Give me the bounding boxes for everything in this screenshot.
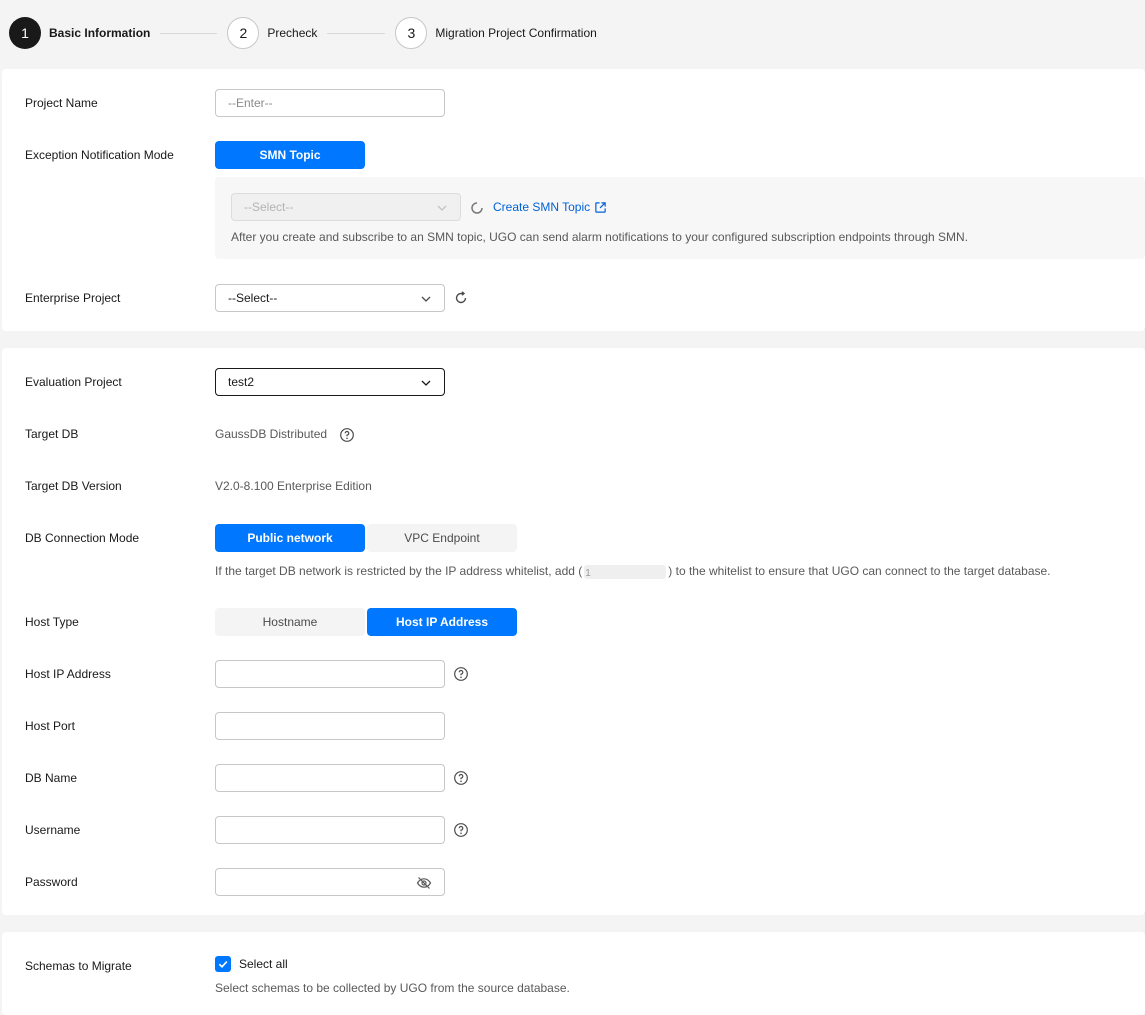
connection-mode-label: DB Connection Mode bbox=[25, 531, 140, 545]
step-label: Basic Information bbox=[49, 26, 151, 40]
host-type-ip-address-button[interactable]: Host IP Address bbox=[367, 608, 517, 636]
evaluation-project-value: test2 bbox=[228, 375, 255, 389]
basic-settings-card: Project Name --Enter-- Exception Notific… bbox=[2, 69, 1145, 331]
check-icon bbox=[218, 961, 228, 968]
smn-topic-button[interactable]: SMN Topic bbox=[215, 141, 365, 169]
create-smn-topic-text: Create SMN Topic bbox=[493, 200, 591, 214]
db-name-label: DB Name bbox=[25, 771, 78, 785]
host-type-label: Host Type bbox=[25, 615, 79, 629]
connection-hint: If the target DB network is restricted b… bbox=[215, 564, 1051, 579]
step-basic-information: 1 Basic Information bbox=[9, 17, 150, 49]
chevron-down-icon bbox=[421, 380, 431, 386]
host-ip-label: Host IP Address bbox=[25, 667, 111, 681]
db-name-input[interactable] bbox=[215, 764, 445, 792]
username-input[interactable] bbox=[215, 816, 445, 844]
refresh-icon[interactable] bbox=[453, 290, 469, 306]
step-connector bbox=[327, 32, 386, 34]
chevron-down-icon bbox=[437, 205, 447, 211]
step-migration-project-confirmation: 3 Migration Project Confirmation bbox=[395, 17, 597, 49]
step-label: Precheck bbox=[267, 26, 318, 40]
target-db-version-label: Target DB Version bbox=[25, 479, 122, 493]
target-db-value: GaussDB Distributed bbox=[215, 427, 328, 441]
enterprise-project-value: --Select-- bbox=[228, 291, 278, 305]
refresh-spinner-icon[interactable] bbox=[469, 200, 485, 216]
host-port-label: Host Port bbox=[25, 719, 76, 733]
smn-hint-text: After you create and subscribe to an SMN… bbox=[231, 230, 969, 244]
step-number: 2 bbox=[227, 17, 260, 49]
evaluation-project-select[interactable]: test2 bbox=[215, 368, 445, 396]
password-label: Password bbox=[25, 875, 78, 889]
username-label: Username bbox=[25, 823, 81, 837]
target-db-label: Target DB bbox=[25, 427, 79, 441]
schemas-hint: Select schemas to be collected by UGO fr… bbox=[215, 981, 570, 995]
project-name-input[interactable]: --Enter-- bbox=[215, 89, 445, 117]
host-type-hostname-button[interactable]: Hostname bbox=[215, 608, 365, 636]
help-icon[interactable] bbox=[453, 666, 469, 682]
enterprise-project-label: Enterprise Project bbox=[25, 291, 121, 305]
database-settings-card: Evaluation Project test2 Target DB Gauss… bbox=[2, 348, 1145, 915]
step-precheck: 2 Precheck bbox=[227, 17, 317, 49]
create-smn-topic-link[interactable]: Create SMN Topic bbox=[493, 200, 607, 214]
evaluation-project-label: Evaluation Project bbox=[25, 375, 122, 389]
smn-settings-panel: --Select-- Create SMN Topic After you cr… bbox=[215, 177, 1145, 259]
connection-public-network-button[interactable]: Public network bbox=[215, 524, 365, 552]
step-number: 1 bbox=[9, 17, 41, 49]
help-icon[interactable] bbox=[339, 427, 355, 443]
masked-ip-address: 1 bbox=[584, 564, 667, 579]
host-ip-input[interactable] bbox=[215, 660, 445, 688]
target-db-version-value: V2.0-8.100 Enterprise Edition bbox=[215, 479, 372, 493]
smn-topic-select[interactable]: --Select-- bbox=[231, 193, 461, 221]
connection-vpc-endpoint-button[interactable]: VPC Endpoint bbox=[367, 524, 517, 552]
notification-mode-label: Exception Notification Mode bbox=[25, 148, 174, 162]
help-icon[interactable] bbox=[453, 822, 469, 838]
connection-hint-after: ) to the whitelist to ensure that UGO ca… bbox=[668, 564, 1051, 578]
external-link-icon bbox=[595, 201, 606, 213]
password-input[interactable] bbox=[215, 868, 445, 896]
host-port-input[interactable] bbox=[215, 712, 445, 740]
project-name-label: Project Name bbox=[25, 96, 98, 110]
step-number: 3 bbox=[395, 17, 428, 49]
select-all-checkbox[interactable] bbox=[215, 956, 231, 972]
eye-hidden-icon[interactable] bbox=[416, 876, 432, 890]
smn-select-placeholder: --Select-- bbox=[244, 200, 294, 214]
help-icon[interactable] bbox=[453, 770, 469, 786]
project-name-placeholder: --Enter-- bbox=[228, 96, 273, 110]
step-label: Migration Project Confirmation bbox=[435, 26, 597, 40]
chevron-down-icon bbox=[421, 296, 431, 302]
schemas-label: Schemas to Migrate bbox=[25, 959, 132, 973]
progress-stepper: 1 Basic Information 2 Precheck 3 Migrati… bbox=[9, 17, 597, 49]
select-all-label[interactable]: Select all bbox=[239, 957, 288, 971]
connection-hint-before: If the target DB network is restricted b… bbox=[215, 564, 583, 578]
step-connector bbox=[160, 32, 218, 34]
enterprise-project-select[interactable]: --Select-- bbox=[215, 284, 445, 312]
schemas-card: Schemas to Migrate Select all Select sch… bbox=[2, 932, 1145, 1015]
